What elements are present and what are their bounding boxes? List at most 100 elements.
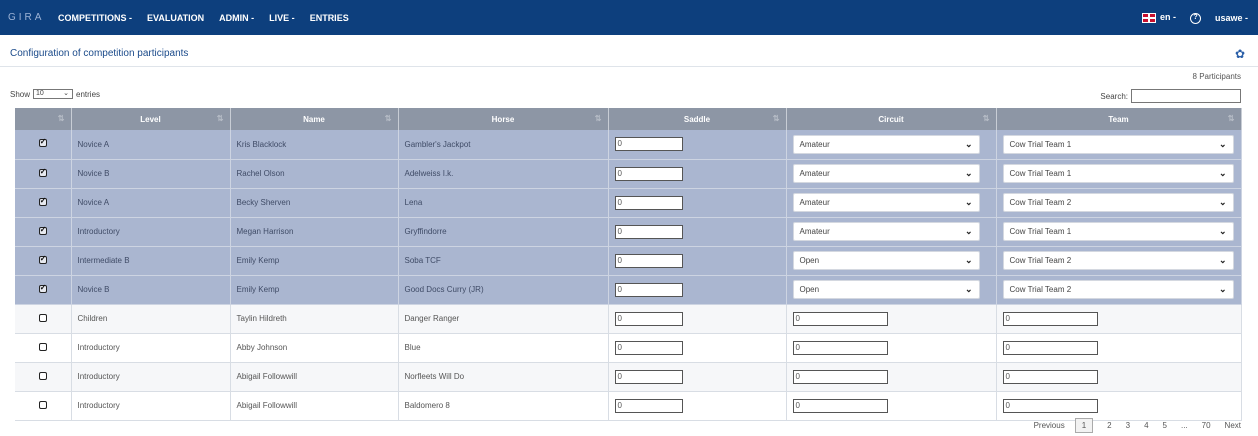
brand-logo[interactable]: GIRA (0, 12, 58, 23)
table-row[interactable]: Introductory Megan Harrison Gryffindorre 0 A… (15, 217, 1242, 247)
entries-per-page-select[interactable]: 10 ⌄ (33, 89, 74, 99)
circuit-input[interactable]: 0 (792, 369, 888, 384)
team-select[interactable]: Cow Trial Team 2 ⌄ (1002, 193, 1234, 212)
circuit-select[interactable]: Amateur ⌄ (792, 134, 980, 154)
table-row[interactable]: Novice A Kris Blacklock Gambler's Jackpot 0… (15, 130, 1242, 160)
table-row[interactable]: Children Taylin Hildreth Danger Ranger 0 0 0 (15, 304, 1242, 334)
nav-live[interactable]: LIVE - (269, 13, 295, 23)
saddle-input[interactable]: 0 (614, 398, 683, 413)
team-value: Cow Trial Team 1 (1009, 169, 1072, 178)
circuit-input[interactable]: 0 (792, 340, 888, 355)
row-select-cell (15, 391, 72, 421)
team-input[interactable]: 0 (1002, 311, 1098, 326)
header-circuit[interactable]: Circuit ⇅ (786, 108, 997, 130)
saddle-input[interactable]: 0 (614, 224, 683, 239)
circuit-select[interactable]: Open ⌄ (792, 280, 980, 299)
pagination: Previous 1 2 3 4 5 ... 70 Next (1020, 418, 1241, 433)
help-button[interactable]: ? (1189, 11, 1201, 24)
team-input[interactable]: 0 (1002, 340, 1098, 355)
circuit-input[interactable]: 0 (792, 398, 888, 413)
nav-competitions[interactable]: COMPETITIONS - (58, 13, 132, 23)
row-select-cell (15, 246, 72, 276)
sort-icon: ⇅ (384, 114, 392, 123)
circuit-cell: 0 (786, 333, 997, 363)
table-row[interactable]: Introductory Abigail Followwill Norfleets … (15, 362, 1242, 392)
show-label: Show (10, 89, 31, 99)
team-select[interactable]: Cow Trial Team 1 ⌄ (1002, 134, 1234, 154)
header-horse[interactable]: Horse ⇅ (398, 108, 609, 130)
team-cell: Cow Trial Team 1 ⌄ (996, 130, 1242, 160)
saddle-cell: 0 (608, 217, 787, 247)
saddle-input[interactable]: 0 (614, 340, 683, 355)
circuit-select[interactable]: Open ⌄ (792, 251, 980, 270)
header-level[interactable]: Level ⇅ (71, 108, 231, 130)
saddle-input[interactable]: 0 (614, 195, 683, 210)
header-team[interactable]: Team ⇅ (996, 108, 1242, 130)
circuit-input[interactable]: 0 (792, 311, 888, 326)
saddle-input[interactable]: 0 (614, 137, 683, 152)
pagination-page-3[interactable]: 3 (1126, 421, 1130, 430)
saddle-input[interactable]: 0 (614, 166, 683, 181)
level-cell: Novice A (71, 130, 231, 160)
saddle-input[interactable]: 0 (614, 369, 683, 384)
row-checkbox[interactable] (38, 313, 47, 322)
language-menu[interactable]: en - (1141, 12, 1176, 23)
header-saddle[interactable]: Saddle ⇅ (608, 108, 787, 130)
circuit-select[interactable]: Amateur ⌄ (792, 193, 980, 212)
row-checkbox[interactable] (38, 167, 47, 177)
table-row[interactable]: Novice B Rachel Olson Adelweiss I.k. 0 Amate… (15, 159, 1242, 189)
nav-entries[interactable]: ENTRIES (310, 13, 349, 23)
nav-evaluation[interactable]: EVALUATION (147, 13, 204, 23)
gear-icon[interactable]: ✿ (1235, 47, 1245, 61)
table-row[interactable]: Novice B Emily Kemp Good Docs Curry (JR) 0 O… (15, 275, 1242, 305)
row-checkbox[interactable] (38, 137, 47, 148)
table-row[interactable]: Introductory Abby Johnson Blue 0 0 0 (15, 333, 1242, 363)
team-select[interactable]: Cow Trial Team 2 ⌄ (1002, 251, 1234, 270)
chevron-down-icon: ⌄ (964, 226, 973, 236)
row-checkbox[interactable] (38, 283, 47, 293)
team-select[interactable]: Cow Trial Team 1 ⌄ (1002, 164, 1234, 183)
pagination-page-5[interactable]: 5 (1163, 421, 1167, 430)
team-cell: 0 (996, 362, 1242, 392)
header-name[interactable]: Name ⇅ (230, 108, 399, 130)
circuit-select[interactable]: Amateur ⌄ (792, 222, 980, 241)
saddle-input[interactable]: 0 (614, 282, 683, 297)
row-checkbox[interactable] (38, 371, 47, 380)
saddle-input[interactable]: 0 (614, 253, 683, 268)
level-cell: Children (71, 304, 231, 334)
row-checkbox[interactable] (38, 342, 47, 351)
team-select[interactable]: Cow Trial Team 2 ⌄ (1002, 280, 1234, 299)
pagination-next[interactable]: Next (1225, 421, 1241, 430)
search-input[interactable] (1131, 89, 1241, 103)
name-text: Megan Harrison (236, 227, 294, 236)
pagination-page-70[interactable]: 70 (1202, 421, 1211, 430)
circuit-value: Open (799, 285, 820, 294)
team-cell: Cow Trial Team 2 ⌄ (996, 188, 1242, 218)
nav-admin[interactable]: ADMIN - (219, 13, 254, 23)
row-checkbox[interactable] (38, 400, 47, 409)
saddle-cell: 0 (608, 130, 787, 160)
pagination-page-1[interactable]: 1 (1074, 418, 1094, 433)
saddle-cell: 0 (608, 275, 787, 305)
table-row[interactable]: Introductory Abigail Followwill Baldomero … (15, 391, 1242, 421)
pagination-previous[interactable]: Previous (1034, 421, 1065, 430)
row-checkbox[interactable] (38, 196, 47, 206)
saddle-input[interactable]: 0 (614, 311, 683, 326)
header-select[interactable]: ⇅ (15, 108, 72, 130)
row-checkbox[interactable] (38, 225, 47, 235)
circuit-cell: Open ⌄ (786, 246, 997, 276)
horse-text: Gambler's Jackpot (404, 139, 471, 149)
table-row[interactable]: Intermediate BEmily KempSoba TCF0Open⌄Co… (15, 246, 1242, 276)
pagination-page-2[interactable]: 2 (1107, 421, 1111, 430)
row-select-cell (15, 333, 72, 363)
table-row[interactable]: Novice ABecky ShervenLena0Amateur⌄Cow Tr… (15, 188, 1242, 218)
team-select[interactable]: Cow Trial Team 1 ⌄ (1002, 222, 1234, 241)
pagination-page-4[interactable]: 4 (1144, 421, 1148, 430)
horse-cell: Blue (398, 333, 609, 363)
team-input[interactable]: 0 (1002, 398, 1098, 413)
user-menu[interactable]: usawe - (1215, 13, 1248, 23)
team-input[interactable]: 0 (1002, 369, 1098, 384)
circuit-select[interactable]: Amateur ⌄ (792, 164, 980, 183)
row-checkbox[interactable] (38, 254, 47, 264)
level-text: Introductory (77, 227, 120, 236)
